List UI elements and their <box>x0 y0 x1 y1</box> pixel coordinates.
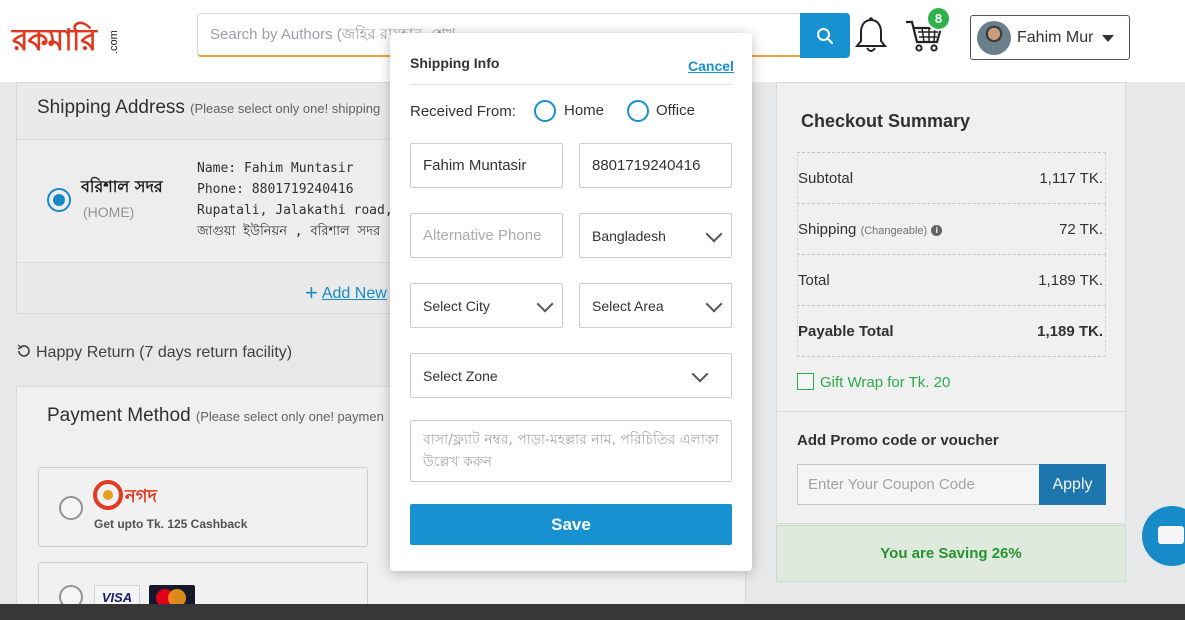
chevron-down-icon <box>705 225 723 243</box>
search-icon <box>817 27 834 44</box>
caret-down-icon <box>1102 35 1114 42</box>
radio-home[interactable] <box>534 100 556 122</box>
radio-home-label[interactable]: Home <box>564 102 604 119</box>
divider <box>410 84 732 85</box>
phone-field <box>579 143 732 188</box>
radio-office-label[interactable]: Office <box>656 102 695 119</box>
zone-select[interactable]: Select Zone <box>410 353 732 398</box>
save-button[interactable]: Save <box>410 504 732 545</box>
address-textarea[interactable]: বাসা/ফ্ল্যাট নম্বর, পাড়া-মহল্লার নাম, প… <box>410 420 732 482</box>
cart-count-badge: 8 <box>926 6 951 31</box>
modal-title: Shipping Info <box>410 55 500 71</box>
country-select[interactable]: Bangladesh <box>579 213 732 258</box>
cancel-link[interactable]: Cancel <box>688 58 734 74</box>
area-select[interactable]: Select Area <box>579 283 732 328</box>
name-input[interactable] <box>411 144 562 187</box>
logo-domain: .com <box>108 30 120 54</box>
chevron-down-icon <box>691 365 709 383</box>
zone-select-value: Select Zone <box>423 368 498 384</box>
phone-input[interactable] <box>580 144 731 187</box>
received-from-label: Received From: <box>410 103 516 120</box>
name-field <box>410 143 563 188</box>
chevron-down-icon <box>536 295 554 313</box>
city-select-value: Select City <box>423 298 490 314</box>
area-select-value: Select Area <box>592 298 664 314</box>
logo-text: রকমারি <box>12 23 97 58</box>
city-select[interactable]: Select City <box>410 283 563 328</box>
country-select-value: Bangladesh <box>592 228 666 244</box>
user-name: Fahim Mur <box>1017 29 1094 46</box>
radio-office[interactable] <box>627 100 649 122</box>
search-button[interactable] <box>800 13 850 58</box>
alt-phone-field <box>410 213 563 258</box>
user-menu[interactable]: Fahim Mur <box>970 15 1130 60</box>
notification-bell-icon[interactable] <box>854 16 888 56</box>
address-textarea-placeholder: বাসা/ফ্ল্যাট নম্বর, পাড়া-মহল্লার নাম, প… <box>423 432 719 470</box>
chevron-down-icon <box>705 295 723 313</box>
site-logo[interactable]: রকমারি .com <box>12 14 122 58</box>
alt-phone-input[interactable] <box>411 214 562 257</box>
avatar <box>977 21 1011 55</box>
shipping-info-modal: Shipping Info Cancel Received From: Home… <box>390 33 752 571</box>
